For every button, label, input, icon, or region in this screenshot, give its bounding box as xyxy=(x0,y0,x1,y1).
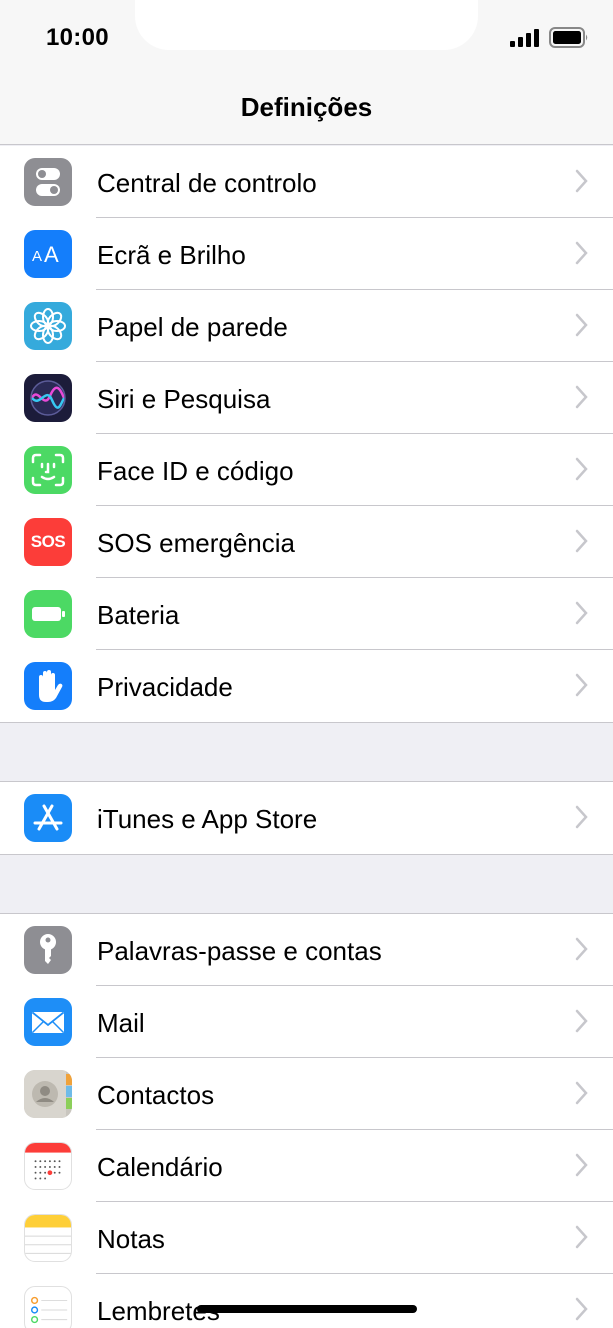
status-time: 10:00 xyxy=(46,24,109,51)
reminders-icon xyxy=(24,1286,72,1328)
settings-row-label: iTunes e App Store xyxy=(97,804,318,834)
status-bar: 10:00 xyxy=(0,0,613,75)
settings-row-battery[interactable]: Bateria xyxy=(0,578,613,650)
chevron-right-icon xyxy=(575,805,588,829)
settings-row-sos[interactable]: SOS SOS emergência xyxy=(0,506,613,578)
settings-row-mail[interactable]: Mail xyxy=(0,986,613,1058)
chevron-right-icon xyxy=(575,529,588,553)
settings-row-reminders[interactable]: Lembretes xyxy=(0,1274,613,1328)
siri-icon xyxy=(24,374,72,422)
chevron-right-icon xyxy=(575,169,588,193)
chevron-right-icon xyxy=(575,601,588,625)
settings-row-label: Calendário xyxy=(97,1152,223,1182)
svg-text:A: A xyxy=(44,242,59,267)
settings-row-face-id[interactable]: Face ID e código xyxy=(0,434,613,506)
chevron-right-icon xyxy=(575,937,588,961)
settings-row-passwords-accounts[interactable]: Palavras-passe e contas xyxy=(0,914,613,986)
chevron-right-icon xyxy=(575,457,588,481)
settings-row-calendar[interactable]: Calendário xyxy=(0,1130,613,1202)
settings-group-store: iTunes e App Store xyxy=(0,781,613,855)
sos-icon-text: SOS xyxy=(30,532,66,551)
home-indicator[interactable] xyxy=(197,1305,417,1313)
chevron-right-icon xyxy=(575,673,588,697)
chevron-right-icon xyxy=(575,1153,588,1177)
settings-list: Central de controlo A A Ecrã e Brilho Pa… xyxy=(0,146,613,1328)
calendar-icon xyxy=(24,1142,72,1190)
settings-row-label: Notas xyxy=(97,1224,165,1254)
settings-screen: 10:00 Definições Central de controlo A A… xyxy=(0,0,613,1328)
key-icon xyxy=(24,926,72,974)
page-title: Definições xyxy=(240,92,373,122)
settings-row-notes[interactable]: Notas xyxy=(0,1202,613,1274)
toggles-icon xyxy=(24,158,72,206)
notch xyxy=(135,0,478,50)
text-size-icon: A A xyxy=(24,230,72,278)
mail-icon xyxy=(24,998,72,1046)
navigation-bar: Definições xyxy=(0,75,613,145)
chevron-right-icon xyxy=(575,1297,588,1321)
settings-row-label: Contactos xyxy=(97,1080,215,1110)
chevron-right-icon xyxy=(575,1081,588,1105)
app-store-icon xyxy=(24,794,72,842)
settings-group-general: Central de controlo A A Ecrã e Brilho Pa… xyxy=(0,146,613,723)
battery-icon xyxy=(24,590,72,638)
face-id-icon xyxy=(24,446,72,494)
hand-icon xyxy=(24,662,72,710)
settings-row-wallpaper[interactable]: Papel de parede xyxy=(0,290,613,362)
flower-icon xyxy=(24,302,72,350)
settings-group-apps: Palavras-passe e contas Mail Contactos C… xyxy=(0,913,613,1328)
settings-row-contacts[interactable]: Contactos xyxy=(0,1058,613,1130)
settings-row-display[interactable]: A A Ecrã e Brilho xyxy=(0,218,613,290)
chevron-right-icon xyxy=(575,1009,588,1033)
battery-status-icon xyxy=(549,27,588,48)
settings-row-itunes-app-store[interactable]: iTunes e App Store xyxy=(0,782,613,854)
settings-row-label: Siri e Pesquisa xyxy=(97,384,271,414)
settings-row-label: Palavras-passe e contas xyxy=(97,936,382,966)
settings-row-label: Ecrã e Brilho xyxy=(97,240,246,270)
settings-row-label: Central de controlo xyxy=(97,168,317,198)
sos-icon: SOS xyxy=(24,518,72,566)
cellular-signal-icon xyxy=(510,29,539,47)
settings-row-label: Bateria xyxy=(97,600,180,630)
contacts-icon xyxy=(24,1070,72,1118)
settings-row-label: SOS emergência xyxy=(97,528,295,558)
settings-row-label: Privacidade xyxy=(97,672,233,702)
settings-row-control-center[interactable]: Central de controlo xyxy=(0,146,613,218)
svg-text:A: A xyxy=(32,248,42,265)
chevron-right-icon xyxy=(575,313,588,337)
settings-row-siri[interactable]: Siri e Pesquisa xyxy=(0,362,613,434)
settings-row-label: Face ID e código xyxy=(97,456,294,486)
settings-row-label: Mail xyxy=(97,1008,145,1038)
chevron-right-icon xyxy=(575,1225,588,1249)
settings-row-label: Papel de parede xyxy=(97,312,288,342)
settings-row-privacy[interactable]: Privacidade xyxy=(0,650,613,722)
notes-icon xyxy=(24,1214,72,1262)
chevron-right-icon xyxy=(575,385,588,409)
chevron-right-icon xyxy=(575,241,588,265)
